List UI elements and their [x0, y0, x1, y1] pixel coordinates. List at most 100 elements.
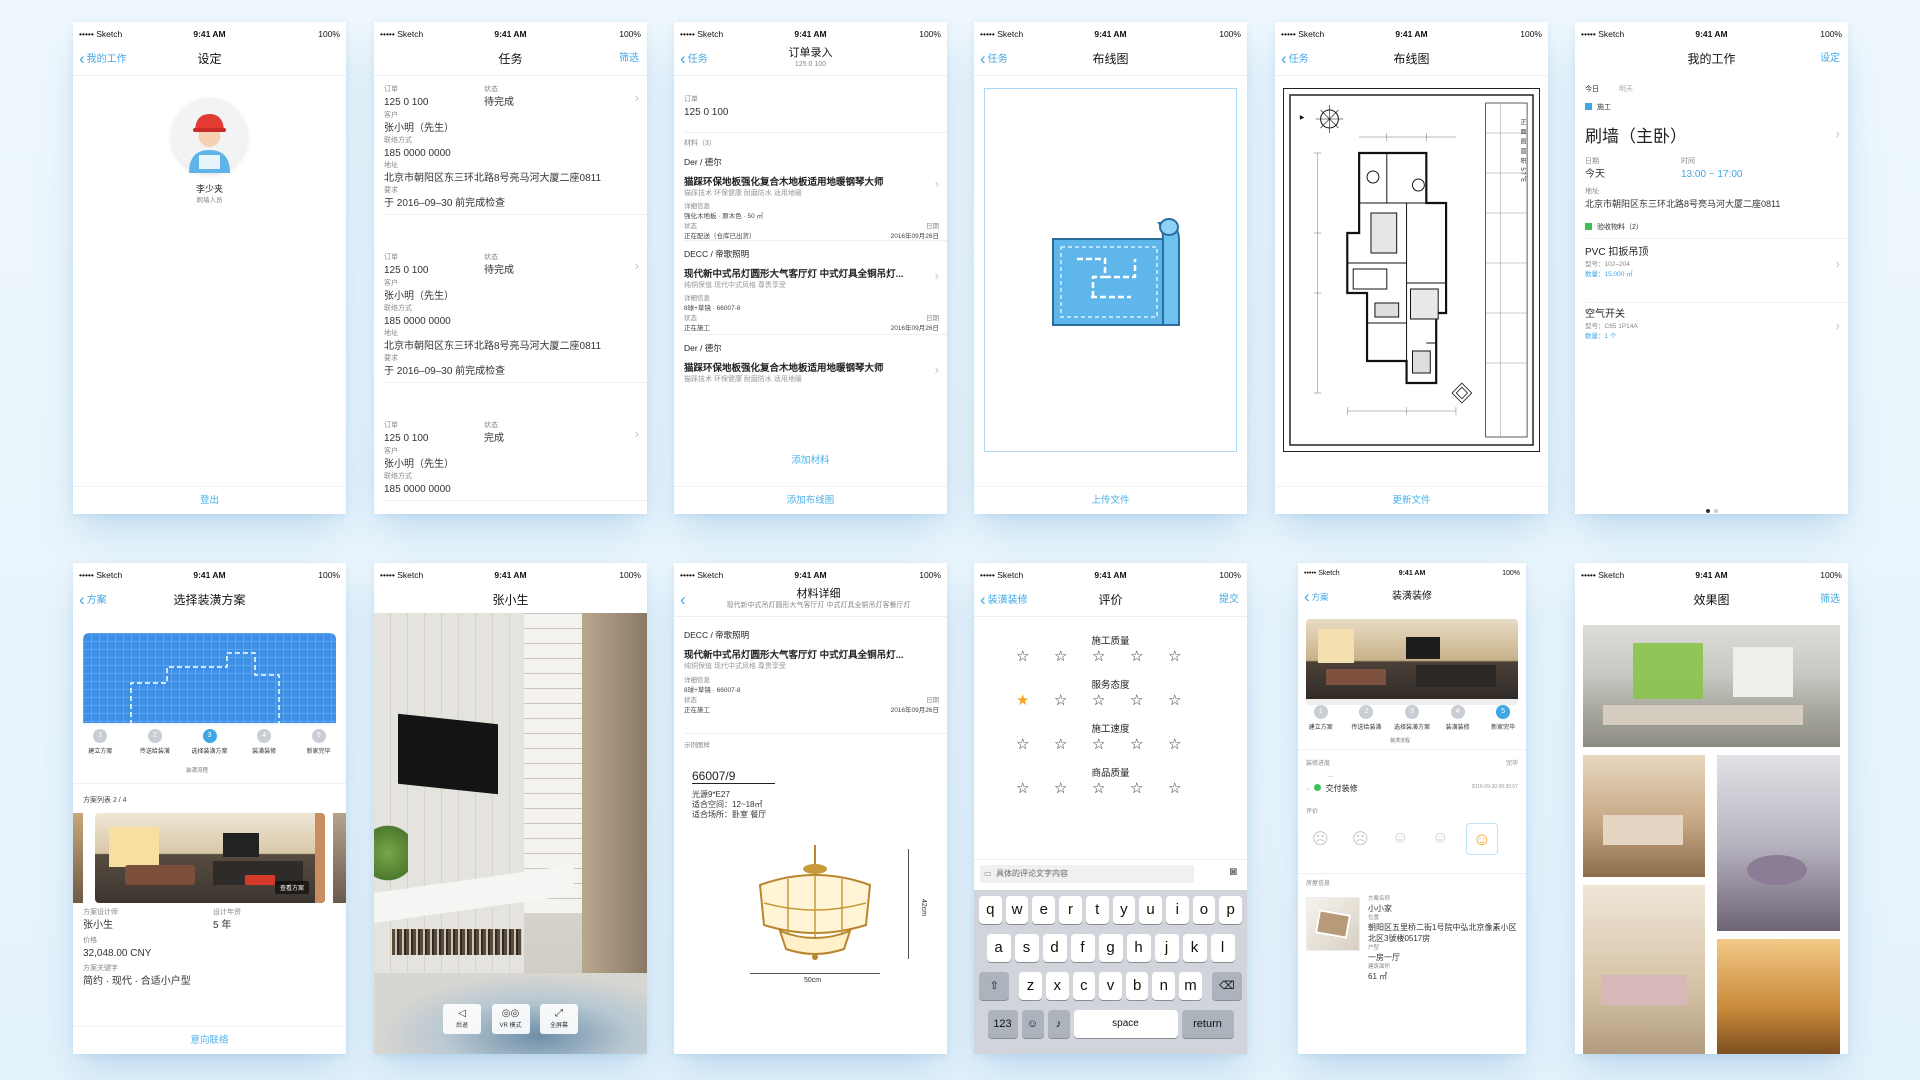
add-layout-button[interactable]: 添加布线图	[674, 486, 947, 514]
rendering-thumb[interactable]	[1583, 885, 1705, 1054]
star-icon[interactable]: ☆	[1130, 649, 1143, 664]
tab-tomorrow[interactable]: 明天	[1619, 86, 1633, 93]
face-great-icon[interactable]: ☺	[1466, 823, 1498, 855]
key-v[interactable]: v	[1099, 972, 1122, 1000]
material-item[interactable]: DECC / 帝歌照明 现代新中式吊灯圆形大气客厅灯 中式灯具全铜吊灯... 纯…	[684, 248, 947, 334]
plan-carousel[interactable]: 查看方案	[73, 813, 346, 903]
task-card[interactable]: 订单 125 0 100 状态 待完成 客户 张小明（先生） 联络方式 185 0000 00…	[384, 252, 647, 389]
key-t[interactable]: t	[1085, 896, 1109, 924]
logout-button[interactable]: 登出	[73, 486, 346, 514]
back-button[interactable]: ‹ 任务	[1281, 42, 1309, 77]
material-item[interactable]: Der / 德尔 猫踩环保地板强化复合木地板适用地暖钢琴大师 猫踩技术 环保健康…	[684, 156, 947, 242]
shift-key[interactable]: ⇧	[979, 972, 1010, 1000]
emoji-key[interactable]: ☺	[1021, 1010, 1044, 1038]
back-button[interactable]: ‹ 方案	[79, 583, 107, 618]
filter-button[interactable]: 筛选	[619, 42, 639, 76]
return-key[interactable]: return	[1181, 1010, 1234, 1038]
key-s[interactable]: s	[1014, 934, 1039, 962]
add-material-button[interactable]: 添加材料	[674, 452, 947, 466]
back-button[interactable]: ‹ 方案	[1304, 583, 1329, 611]
sample-image[interactable]: 66007/9 光源9*E27 适合空间：12~18㎡ 适合场所：卧室 餐厅 4…	[684, 759, 937, 999]
star-icon[interactable]: ☆	[1130, 737, 1143, 752]
star-icon[interactable]: ☆	[1092, 781, 1105, 796]
star-icon[interactable]: ★	[1016, 693, 1029, 708]
star-icon[interactable]: ☆	[1054, 693, 1067, 708]
avatar[interactable]	[172, 98, 247, 173]
key-p[interactable]: p	[1219, 896, 1243, 924]
upload-dropzone[interactable]	[984, 88, 1237, 452]
task-card[interactable]: 订单 125 0 100 状态 待完成 客户 张小明（先生） 联络方式 185 0000 00…	[384, 84, 647, 221]
contact-button[interactable]: 意向联络	[73, 1026, 346, 1054]
star-icon[interactable]: ☆	[1016, 781, 1029, 796]
back-button[interactable]: ‹	[680, 583, 688, 618]
star-icon[interactable]: ☆	[1130, 693, 1143, 708]
key-x[interactable]: x	[1045, 972, 1069, 1000]
update-file-button[interactable]: 更新文件	[1275, 486, 1548, 514]
star-icon[interactable]: ☆	[1092, 649, 1105, 664]
rendering-hero[interactable]	[1583, 625, 1840, 747]
key-q[interactable]: q	[978, 896, 1002, 924]
key-k[interactable]: k	[1182, 934, 1207, 962]
camera-icon[interactable]: ◙	[1230, 864, 1237, 878]
key-l[interactable]: l	[1210, 934, 1235, 962]
star-icon[interactable]: ☆	[1054, 649, 1067, 664]
star-icon[interactable]: ☆	[1016, 737, 1029, 752]
key-e[interactable]: e	[1032, 896, 1056, 924]
material-item[interactable]: PVC 扣扳吊顶 型号：102–204 数量：15,000 ㎡ ›	[1585, 246, 1848, 296]
key-h[interactable]: h	[1126, 934, 1151, 962]
key-w[interactable]: w	[1005, 896, 1029, 924]
page-indicator[interactable]	[1575, 500, 1848, 514]
rendering-thumb[interactable]	[1717, 755, 1840, 931]
key-j[interactable]: j	[1154, 934, 1179, 962]
back-button[interactable]: ‹ 任务	[980, 42, 1008, 77]
house-3d-thumb[interactable]	[1306, 897, 1360, 951]
key-c[interactable]: c	[1072, 972, 1096, 1000]
key-a[interactable]: a	[986, 934, 1011, 962]
view-plan-button[interactable]: 查看方案	[275, 881, 310, 894]
key-d[interactable]: d	[1042, 934, 1067, 962]
key-n[interactable]: n	[1152, 972, 1176, 1000]
task-card[interactable]: 订单 125 0 100 状态 完成 客户 张小明（先生） 联络方式 185 0000 000…	[384, 420, 647, 507]
delete-key[interactable]: ⌫	[1211, 972, 1242, 1000]
back-control[interactable]: ◁ 后退	[443, 1004, 482, 1034]
key-o[interactable]: o	[1192, 896, 1216, 924]
star-icon[interactable]: ☆	[1092, 693, 1105, 708]
face-neutral-icon[interactable]: ☺	[1392, 829, 1408, 847]
renovation-photo[interactable]	[1306, 619, 1518, 705]
star-icon[interactable]: ☆	[1168, 649, 1181, 664]
back-button[interactable]: ‹ 我的工作	[79, 42, 127, 77]
submit-button[interactable]: 提交	[1219, 583, 1239, 617]
star-icon[interactable]: ☆	[1016, 649, 1029, 664]
material-item[interactable]: Der / 德尔 猫踩环保地板强化复合木地板适用地暖钢琴大师 猫踩技术 环保健康…	[684, 342, 947, 385]
face-very-bad-icon[interactable]: ☹	[1312, 829, 1329, 849]
key-u[interactable]: u	[1139, 896, 1162, 924]
vr-mode-control[interactable]: ◎◎ VR 模式	[491, 1004, 530, 1034]
room-photo[interactable]	[374, 613, 647, 1054]
material-item[interactable]: 空气开关 型号：C65 1P14A 数量：1 个 ›	[1585, 308, 1848, 358]
rendering-thumb[interactable]	[1717, 939, 1840, 1054]
star-icon[interactable]: ☆	[1168, 693, 1181, 708]
key-b[interactable]: b	[1125, 972, 1149, 1000]
star-icon[interactable]: ☆	[1092, 737, 1105, 752]
job-title[interactable]: 刷墙（主卧）	[1585, 122, 1687, 147]
star-icon[interactable]: ☆	[1054, 781, 1067, 796]
settings-button[interactable]: 设定	[1820, 42, 1840, 76]
tab-today[interactable]: 今日	[1585, 86, 1599, 93]
star-icon[interactable]: ☆	[1130, 781, 1143, 796]
key-f[interactable]: f	[1070, 934, 1095, 962]
numbers-key[interactable]: 123	[987, 1010, 1018, 1038]
space-key[interactable]: space	[1073, 1010, 1178, 1038]
back-button[interactable]: ‹ 装潢装修	[980, 583, 1028, 618]
key-g[interactable]: g	[1098, 934, 1123, 962]
upload-file-button[interactable]: 上传文件	[974, 486, 1247, 514]
key-z[interactable]: z	[1019, 972, 1042, 1000]
back-button[interactable]: ‹ 任务	[680, 42, 708, 77]
key-i[interactable]: i	[1165, 896, 1189, 924]
star-icon[interactable]: ☆	[1168, 737, 1181, 752]
filter-button[interactable]: 筛选	[1820, 583, 1840, 617]
fullscreen-control[interactable]: ⤢ 全屏幕	[539, 1004, 578, 1034]
star-icon[interactable]: ☆	[1168, 781, 1181, 796]
key-r[interactable]: r	[1059, 896, 1082, 924]
floor-plan-image[interactable]: ▶ 正 面 图 面 积 57㎡	[1283, 88, 1540, 452]
mic-key[interactable]: ♪	[1047, 1010, 1070, 1038]
